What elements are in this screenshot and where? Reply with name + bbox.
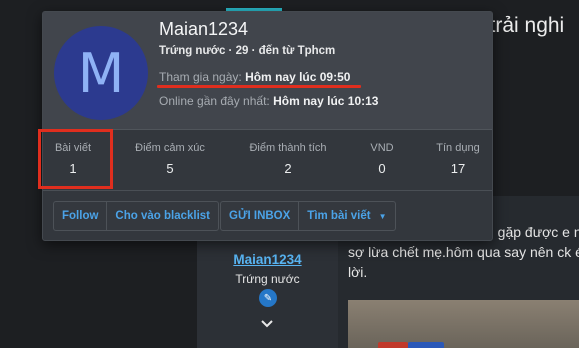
member-name[interactable]: Maian1234 (159, 19, 248, 40)
stat-value: 0 (378, 161, 386, 176)
stat-credits: Tín dụng 17 (431, 142, 485, 176)
post-line: sợ lừa chết mẹ.hôm qua say nên ck é (348, 244, 579, 260)
message-actions: GỬI INBOX Tìm bài viết ▼ (220, 201, 396, 231)
member-info-line: Trứng nước · 29 · đến từ Tphcm (159, 45, 336, 57)
find-posts-label: Tìm bài viết (307, 210, 371, 222)
stat-value: 2 (284, 161, 292, 176)
card-header: M Maian1234 Trứng nước · 29 · đến từ Tph… (43, 12, 492, 130)
stat-label: VND (370, 142, 394, 154)
join-label: Tham gia ngày: (159, 70, 242, 84)
stat-value: 17 (450, 161, 466, 176)
stat-value: 5 (166, 161, 174, 176)
online-value: Hôm nay lúc 10:13 (273, 94, 379, 108)
post-line: lời. (348, 264, 368, 280)
caret-down-icon: ▼ (378, 211, 387, 221)
stat-trophies[interactable]: Điểm thành tích 2 (243, 142, 333, 176)
divider (43, 190, 492, 191)
follow-actions: Follow Cho vào blacklist (53, 201, 220, 231)
last-online: Online gần đây nhất: Hôm nay lúc 10:13 (159, 94, 378, 108)
stat-vnd: VND 0 (365, 142, 399, 176)
blacklist-button[interactable]: Cho vào blacklist (107, 202, 218, 230)
join-value: Hôm nay lúc 09:50 (245, 70, 351, 84)
send-inbox-button[interactable]: GỬI INBOX (221, 202, 300, 230)
verified-badge-icon: ✎ (259, 289, 277, 307)
avatar-letter: M (77, 41, 125, 105)
join-date: Tham gia ngày: Hôm nay lúc 09:50 (159, 70, 350, 84)
chevron-down-icon[interactable] (259, 318, 275, 330)
stat-label: Điểm cảm xúc (135, 142, 205, 154)
annotation-box (38, 129, 113, 189)
author-username-link[interactable]: Maian1234 (197, 252, 338, 267)
avatar[interactable]: M (54, 26, 148, 120)
find-posts-button[interactable]: Tìm bài viết ▼ (299, 202, 394, 230)
online-label: Online gần đây nhất: (159, 94, 270, 108)
member-tooltip-card: M Maian1234 Trứng nước · 29 · đến từ Tph… (38, 11, 493, 241)
stat-reactions[interactable]: Điểm cảm xúc 5 (129, 142, 211, 176)
post-image (348, 300, 579, 348)
author-rank: Trứng nước (235, 272, 300, 286)
annotation-underline (157, 85, 361, 88)
stat-label: Điểm thành tích (249, 142, 327, 154)
stat-label: Tín dụng (436, 142, 480, 154)
follow-button[interactable]: Follow (54, 202, 108, 230)
